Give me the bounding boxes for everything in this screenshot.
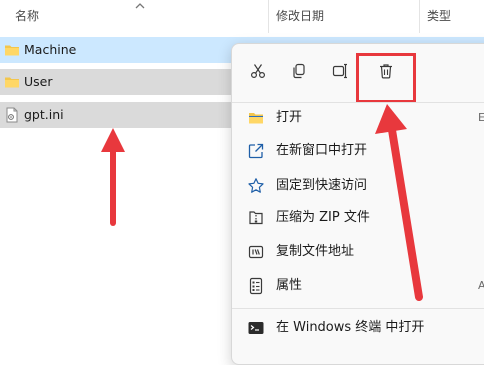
menu-item-properties[interactable]: 属性 A [232,272,484,300]
menu-item-open-terminal[interactable]: 在 Windows 终端 中打开 [232,314,484,342]
column-header: 名称 修改日期 类型 [0,0,484,33]
delete-highlight-box [356,53,416,103]
column-divider[interactable] [268,0,269,33]
file-name: User [24,74,53,89]
menu-item-pin-quick-access[interactable]: 固定到快速访问 [232,172,484,200]
folder-icon [5,77,19,88]
menu-item-open[interactable]: 打开 E [232,104,484,132]
menu-item-copy-path[interactable]: 复制文件地址 [232,238,484,266]
folder-icon [5,45,19,56]
ini-file-icon [6,107,18,123]
terminal-icon [248,322,264,334]
column-modified-header[interactable]: 修改日期 [276,0,324,33]
rename-icon [332,63,347,79]
copy-icon [293,63,305,79]
folder-open-icon [249,113,263,124]
copy-path-icon [248,245,264,259]
open-new-window-icon [248,143,264,159]
cut-button[interactable] [243,56,273,86]
menu-item-compress-zip[interactable]: 压缩为 ZIP 文件 [232,204,484,232]
menu-divider [232,308,484,309]
menu-item-open-new-window[interactable]: 在新窗口中打开 [232,137,484,165]
annotation-arrow-file [101,128,125,226]
rename-button[interactable] [325,56,355,86]
properties-icon [249,277,263,295]
zip-icon [249,211,263,225]
sort-ascending-icon [135,3,145,9]
column-divider[interactable] [419,0,420,33]
file-name: gpt.ini [24,107,64,122]
column-type-header[interactable]: 类型 [427,0,451,33]
file-name: Machine [24,42,77,57]
star-icon [248,178,264,193]
copy-button[interactable] [284,56,314,86]
context-menu: 打开 E 在新窗口中打开 固定到快速访问 压缩为 ZIP 文件 复制文件地址 属… [231,43,484,365]
scissors-icon [250,64,266,79]
column-name-header[interactable]: 名称 [15,0,39,33]
menu-divider [232,102,484,103]
